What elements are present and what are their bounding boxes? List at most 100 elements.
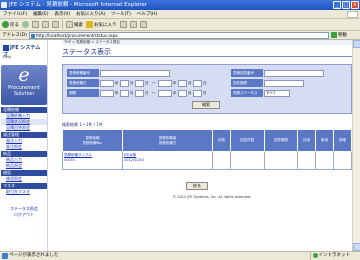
col-header-reply-count: 回答件数	[229, 129, 265, 152]
mail-icon[interactable]	[129, 21, 137, 28]
request-date-to-year-sep: 年	[173, 80, 177, 85]
window-controls: _ □ ×	[333, 1, 359, 9]
reply-no-input[interactable]	[264, 69, 324, 77]
menu-view[interactable]: 表示(V)	[54, 10, 70, 18]
minimize-button[interactable]: _	[333, 1, 341, 9]
windows-logo-icon	[347, 11, 358, 18]
jfe-logo-icon	[3, 44, 9, 51]
print-icon[interactable]	[139, 21, 147, 28]
request-date-to-day-input[interactable]	[193, 79, 202, 87]
company-logo[interactable]: JFE システムズ Help	[3, 44, 43, 59]
search-submit-button[interactable]: 検索	[192, 101, 220, 109]
request-no: 00001	[64, 158, 76, 162]
search-label: 検索	[74, 22, 83, 28]
reply-no-label: 見積回答番号	[231, 69, 263, 77]
status-text: ページが表示されました	[9, 253, 59, 258]
favorites-button[interactable]: お気に入り	[86, 21, 117, 28]
table-row: 見積依頼サンプル 00001 JFE太郎 2012/02/01	[62, 151, 352, 170]
cell-adopt	[297, 151, 317, 170]
home-icon[interactable]	[52, 21, 59, 28]
nav-menu: 見積依頼 見積依頼入力 見積状況照会 見積回答照会 発注管理 発注入力 発注照会…	[1, 106, 47, 195]
menu-edit[interactable]: 編集(E)	[33, 10, 48, 18]
menu-favorites[interactable]: お気に入り(A)	[76, 10, 105, 18]
scroll-up-icon[interactable]	[353, 40, 360, 48]
go-label: 移動	[337, 33, 347, 38]
search-button[interactable]: 検索	[66, 21, 83, 28]
period-to-month-input[interactable]	[178, 89, 187, 97]
history-icon[interactable]	[119, 21, 127, 28]
go-button[interactable]: 移動	[330, 32, 347, 38]
nav-item-delivery-inquiry[interactable]: 納品照会	[1, 163, 47, 169]
col-header-cancel: 取消	[315, 129, 335, 152]
menu-tools[interactable]: ツール(T)	[111, 10, 131, 18]
col-header-status: 状態	[212, 129, 231, 152]
address-bar: アドレス(D) http://localhost/procurement/sta…	[0, 31, 360, 40]
requester-link[interactable]: JFE太郎	[124, 153, 136, 157]
status-select[interactable]: すべて	[264, 89, 290, 97]
request-date-month-sep: 月	[130, 80, 134, 85]
period-range-sep: 〜	[152, 90, 156, 95]
security-zone: イントラネット	[309, 252, 350, 260]
search-icon	[66, 21, 73, 28]
period-to-month-sep: 月	[188, 90, 192, 95]
request-date-year-input[interactable]	[100, 79, 114, 87]
period-day-sep: 日	[145, 90, 149, 95]
address-input[interactable]: http://localhost/procurement/status.aspx	[28, 31, 329, 39]
cell-detail	[333, 151, 352, 170]
col-header-reply-date: 回答期限	[263, 129, 299, 152]
brand-letter: e	[18, 64, 30, 86]
period-to-year-input[interactable]	[158, 89, 172, 97]
cell-reply-count	[229, 151, 265, 170]
col-header-detail: 詳細	[333, 129, 352, 152]
vertical-scrollbar[interactable]	[352, 40, 360, 251]
intranet-icon	[312, 253, 318, 258]
menu-help[interactable]: ヘルプ(H)	[137, 10, 157, 18]
maximize-button[interactable]: □	[342, 1, 350, 9]
logout-link[interactable]: ログアウト	[1, 212, 47, 218]
menu-file[interactable]: ファイル(F)	[3, 10, 27, 18]
forward-nav-button[interactable]	[22, 21, 29, 28]
refresh-icon[interactable]	[42, 21, 49, 28]
period-to-day-input[interactable]	[193, 89, 202, 97]
ie-icon	[1, 2, 7, 8]
period-month-sep: 月	[130, 90, 134, 95]
back-arrow-icon	[2, 21, 9, 28]
col-header-adopt: 採用	[297, 129, 317, 152]
reply-date-label: 回答期限	[231, 79, 263, 87]
request-date-to-year-input[interactable]	[158, 79, 172, 87]
back-nav-label: 戻る	[10, 22, 19, 28]
result-count: 検索結果 1〜1件 / 1件	[62, 122, 103, 127]
breadcrumb: TOP > 見積依頼 > ステータス照会	[62, 40, 352, 45]
close-button[interactable]: ×	[351, 1, 359, 9]
scroll-down-icon[interactable]	[353, 243, 360, 251]
favorites-label: お気に入り	[94, 22, 117, 28]
period-day-input[interactable]	[135, 89, 144, 97]
period-to-year-sep: 年	[173, 90, 177, 95]
nav-item-supplier-master[interactable]: 取引先マスタ	[1, 189, 47, 195]
period-year-input[interactable]	[100, 89, 114, 97]
brand-line2: Solution	[13, 91, 35, 97]
request-date-year-sep: 年	[115, 80, 119, 85]
status-bar: ページが表示されました イントラネット	[0, 251, 360, 260]
nav-item-quote-reply[interactable]: 見積回答照会	[1, 125, 47, 131]
request-date-month-input[interactable]	[120, 79, 129, 87]
go-arrow-icon	[330, 32, 337, 38]
help-link[interactable]: Help	[3, 55, 11, 59]
request-date-day-input[interactable]	[135, 79, 144, 87]
request-name-link[interactable]: 見積依頼サンプル	[64, 153, 92, 157]
period-month-input[interactable]	[120, 89, 129, 97]
sidebar: JFE システムズ Help e Procurement Solution 見積…	[0, 40, 48, 251]
reply-date-input[interactable]	[264, 79, 304, 87]
back-button[interactable]: 戻る	[186, 182, 208, 190]
request-date: 2012/02/01	[124, 158, 145, 162]
request-no-input[interactable]	[100, 69, 170, 77]
copyright: © 2012 JFE Systems, Inc. All rights rese…	[172, 195, 252, 199]
stop-icon[interactable]	[32, 21, 39, 28]
col-header-request: 見積依頼 見積依頼No.	[62, 129, 123, 152]
page-done-icon	[2, 253, 8, 259]
nav-item-inspection-inquiry[interactable]: 検収照会	[1, 176, 47, 182]
nav-item-order-inquiry[interactable]: 発注照会	[1, 144, 47, 150]
back-nav-button[interactable]: 戻る	[2, 21, 19, 28]
nav-bottom-links: ステータス照会 ログアウト	[1, 206, 47, 218]
request-date-to-month-input[interactable]	[178, 79, 187, 87]
